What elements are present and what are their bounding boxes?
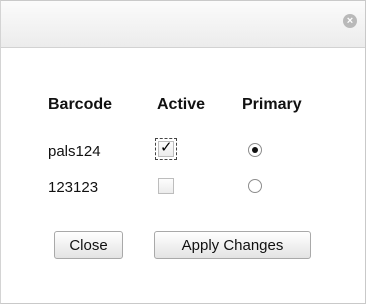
close-button[interactable]: Close <box>54 231 123 259</box>
barcode-dialog: × Barcode Active Primary pals124 ✓ 12312… <box>0 0 366 304</box>
active-checkbox[interactable]: ✓ <box>155 138 177 160</box>
barcode-cell: pals124 <box>48 143 101 160</box>
apply-changes-button[interactable]: Apply Changes <box>154 231 311 259</box>
header-primary: Primary <box>242 96 302 113</box>
primary-radio[interactable] <box>248 179 262 193</box>
header-active: Active <box>157 96 206 113</box>
checkmark-icon: ✓ <box>160 139 173 156</box>
primary-radio[interactable] <box>248 143 262 157</box>
barcode-cell: 123123 <box>48 179 99 196</box>
dialog-titlebar: × <box>1 1 365 48</box>
close-icon[interactable]: × <box>343 14 357 28</box>
active-checkbox[interactable] <box>158 178 174 194</box>
radio-selected-dot <box>252 147 258 153</box>
header-barcode: Barcode <box>48 96 113 113</box>
